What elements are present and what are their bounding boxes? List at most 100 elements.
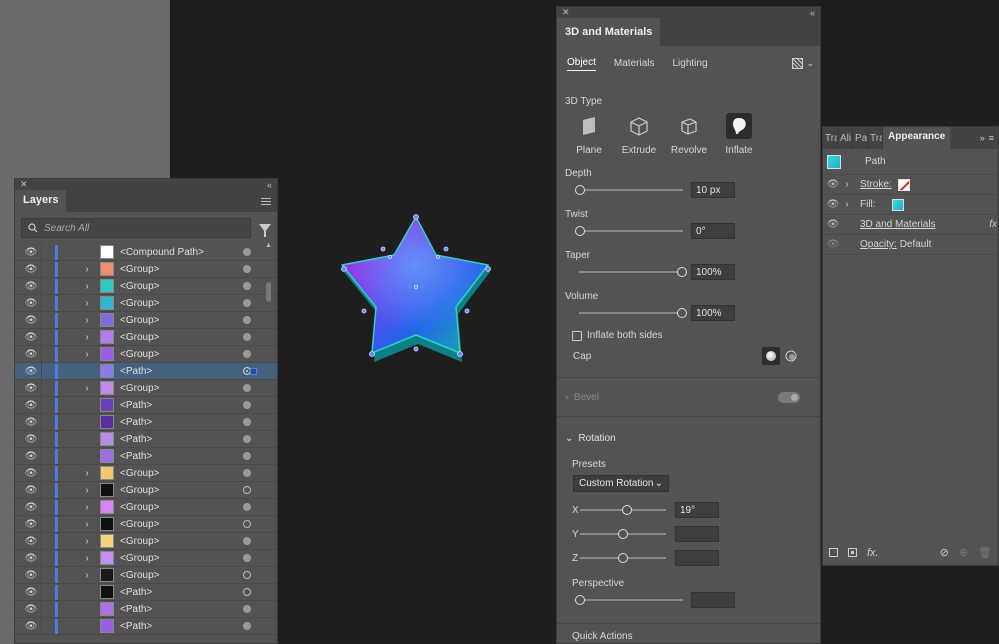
taper-slider[interactable]: 100% (557, 261, 820, 283)
opacity-row[interactable]: 👁 Opacity: Default (823, 235, 998, 255)
chevron-right-icon[interactable]: › (80, 383, 94, 394)
add-fill-icon[interactable] (848, 548, 857, 557)
delete-item-icon[interactable]: 🗑 (978, 546, 992, 559)
tab-layers[interactable]: Layers (15, 190, 67, 212)
layer-row[interactable]: 👁 › <Group> (15, 294, 277, 312)
layer-row[interactable]: 👁 <Path> (15, 396, 277, 414)
target-icon[interactable] (243, 452, 251, 460)
fx-icon[interactable]: fx (989, 219, 997, 230)
layer-name[interactable]: <Group> (120, 332, 243, 343)
layer-name[interactable]: <Group> (120, 485, 243, 496)
rotation-preset-select[interactable]: Custom Rotation ⌄ (573, 475, 669, 492)
eye-icon[interactable]: 👁 (21, 332, 41, 343)
layer-name[interactable]: <Path> (120, 604, 243, 615)
appearance-object-row[interactable]: Path (823, 149, 998, 175)
inflate-both-sides-checkbox[interactable] (572, 330, 582, 341)
target-icon[interactable] (243, 537, 251, 545)
layer-row[interactable]: 👁 <Path> (15, 447, 277, 465)
twist-knob[interactable] (575, 226, 585, 236)
type-extrude-button[interactable]: Extrude (617, 113, 661, 156)
target-icon[interactable] (243, 384, 251, 392)
collapse-icon[interactable]: « (267, 180, 272, 190)
target-icon[interactable] (243, 265, 251, 273)
target-icon[interactable] (243, 333, 251, 341)
lock-toggle[interactable] (41, 243, 55, 261)
target-icon[interactable] (243, 299, 251, 307)
target-icon[interactable] (243, 282, 251, 290)
subtab-object[interactable]: Object (567, 57, 596, 71)
inflate-both-sides-option[interactable]: Inflate both sides (557, 330, 820, 341)
layer-row[interactable]: 👁 › <Group> (15, 345, 277, 363)
rotation-z-slider[interactable] (580, 553, 666, 563)
rotation-header[interactable]: ⌄ Rotation (557, 417, 820, 459)
layer-row[interactable]: 👁 › <Group> (15, 532, 277, 550)
eye-icon[interactable]: 👁 (826, 239, 840, 250)
volume-knob[interactable] (677, 308, 687, 318)
chevron-right-icon[interactable]: › (80, 570, 94, 581)
layer-name[interactable]: <Path> (120, 417, 243, 428)
chevron-right-icon[interactable]: › (80, 485, 94, 496)
layer-row[interactable]: 👁 › <Group> (15, 328, 277, 346)
layer-row[interactable]: 👁 › <Group> (15, 481, 277, 499)
chevron-right-icon[interactable]: › (80, 281, 94, 292)
eye-icon[interactable]: 👁 (826, 179, 840, 190)
layer-name[interactable]: <Group> (120, 570, 243, 581)
eye-icon[interactable]: 👁 (21, 604, 41, 615)
target-icon[interactable] (243, 469, 251, 477)
eye-icon[interactable]: 👁 (21, 519, 41, 530)
layer-name[interactable]: <Group> (120, 468, 243, 479)
depth-knob[interactable] (575, 185, 585, 195)
stroke-label[interactable]: Stroke: (860, 179, 892, 190)
lock-toggle[interactable] (41, 396, 55, 414)
bevel-row[interactable]: › Bevel (557, 378, 820, 416)
layer-row[interactable]: 👁 <Path> (15, 362, 277, 380)
opacity-label[interactable]: Opacity: (860, 239, 897, 250)
target-icon[interactable] (243, 350, 251, 358)
layer-row[interactable]: 👁 <Path> (15, 617, 277, 635)
add-effect-icon[interactable]: fx. (867, 547, 879, 559)
eye-icon[interactable]: 👁 (21, 451, 41, 462)
layer-row[interactable]: 👁 <Path> (15, 413, 277, 431)
scroll-up-icon[interactable]: ▲ (264, 242, 273, 249)
lock-toggle[interactable] (41, 260, 55, 278)
layer-row[interactable]: 👁 › <Group> (15, 260, 277, 278)
lock-toggle[interactable] (41, 345, 55, 363)
depth-slider[interactable]: 10 px (557, 179, 820, 201)
tab-align[interactable]: Ali (838, 128, 853, 149)
stroke-row[interactable]: 👁 › Stroke: (823, 175, 998, 195)
rotation-z-field[interactable] (675, 550, 719, 566)
layer-name[interactable]: <Group> (120, 553, 243, 564)
target-icon[interactable] (243, 486, 251, 494)
chevron-right-icon[interactable]: › (80, 349, 94, 360)
chevron-right-icon[interactable]: › (80, 502, 94, 513)
tab-appearance[interactable]: Appearance (883, 127, 951, 149)
layer-row[interactable]: 👁 <Compound Path> (15, 243, 277, 261)
fill-label[interactable]: Fill: (860, 199, 876, 210)
clear-appearance-icon[interactable]: ⊘ (940, 546, 949, 559)
lock-toggle[interactable] (41, 617, 55, 635)
layer-row[interactable]: 👁 <Path> (15, 583, 277, 601)
more-tabs-icon[interactable]: » (980, 133, 985, 143)
layer-name[interactable]: <Group> (120, 349, 243, 360)
lock-toggle[interactable] (41, 515, 55, 533)
layer-row[interactable]: 👁 › <Group> (15, 379, 277, 397)
chevron-right-icon[interactable]: › (80, 315, 94, 326)
chevron-right-icon[interactable]: › (80, 468, 94, 479)
close-icon[interactable]: ✕ (562, 7, 570, 18)
eye-icon[interactable]: 👁 (21, 553, 41, 564)
lock-toggle[interactable] (41, 430, 55, 448)
target-icon[interactable] (243, 520, 251, 528)
subtab-materials[interactable]: Materials (614, 58, 655, 71)
chevron-right-icon[interactable]: › (80, 536, 94, 547)
chevron-right-icon[interactable]: › (80, 298, 94, 309)
star-artwork[interactable] (330, 205, 505, 370)
eye-icon[interactable]: 👁 (21, 536, 41, 547)
eye-icon[interactable]: 👁 (21, 383, 41, 394)
twist-field[interactable]: 0° (691, 223, 735, 239)
eye-icon[interactable]: 👁 (21, 417, 41, 428)
chevron-right-icon[interactable]: › (80, 264, 94, 275)
layer-name[interactable]: <Path> (120, 434, 243, 445)
volume-field[interactable]: 100% (691, 305, 735, 321)
tab-pathfinder[interactable]: Pat (853, 128, 868, 149)
eye-icon[interactable]: 👁 (21, 434, 41, 445)
